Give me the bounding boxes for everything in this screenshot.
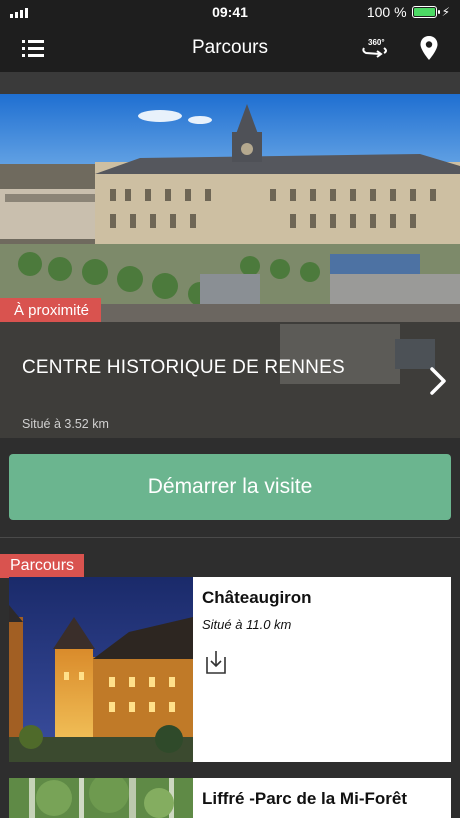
nav-divider xyxy=(0,72,460,94)
navigation-bar: Parcours 360° xyxy=(0,24,460,72)
hero-title: CENTRE HISTORIQUE DE RENNES xyxy=(22,357,345,378)
hero-distance: Situé à 3.52 km xyxy=(22,417,109,431)
card-distance: Situé à 11.0 km xyxy=(202,617,292,632)
start-visit-button[interactable]: Démarrer la visite xyxy=(9,454,451,520)
card-body: Châteaugiron Situé à 11.0 km xyxy=(202,577,451,632)
status-bar: 09:41 100 % ⚡ xyxy=(0,0,460,24)
tour-card[interactable]: Châteaugiron Situé à 11.0 km xyxy=(9,577,451,762)
card-body: Liffré -Parc de la Mi-Forêt xyxy=(202,778,451,809)
parcours-section-tag: Parcours xyxy=(0,554,85,578)
section-divider xyxy=(0,537,460,538)
chateaugiron-castle-image xyxy=(9,577,193,762)
status-right: 100 % ⚡ xyxy=(367,4,450,20)
liffre-forest-image xyxy=(9,778,193,818)
360-view-icon[interactable]: 360° xyxy=(360,36,390,60)
chevron-right-icon[interactable] xyxy=(428,366,448,396)
battery-percentage: 100 % xyxy=(366,4,407,20)
status-time: 09:41 xyxy=(212,4,248,20)
download-icon[interactable] xyxy=(204,649,228,675)
nearby-tag: À proximité xyxy=(0,298,102,322)
card-title: Châteaugiron xyxy=(202,588,312,607)
card-title: Liffré -Parc de la Mi-Forêt xyxy=(202,789,407,808)
360-label: 360° xyxy=(368,38,385,47)
location-pin-icon[interactable] xyxy=(419,35,439,61)
page-title: Parcours xyxy=(191,37,269,58)
battery-icon xyxy=(411,6,440,18)
charging-bolt-icon: ⚡ xyxy=(441,5,450,19)
nearby-tour-hero[interactable]: À proximité CENTRE HISTORIQUE DE RENNES … xyxy=(0,94,460,438)
tour-card[interactable]: Liffré -Parc de la Mi-Forêt xyxy=(9,778,451,818)
signal-icon xyxy=(10,6,28,18)
menu-list-icon[interactable] xyxy=(22,39,44,57)
